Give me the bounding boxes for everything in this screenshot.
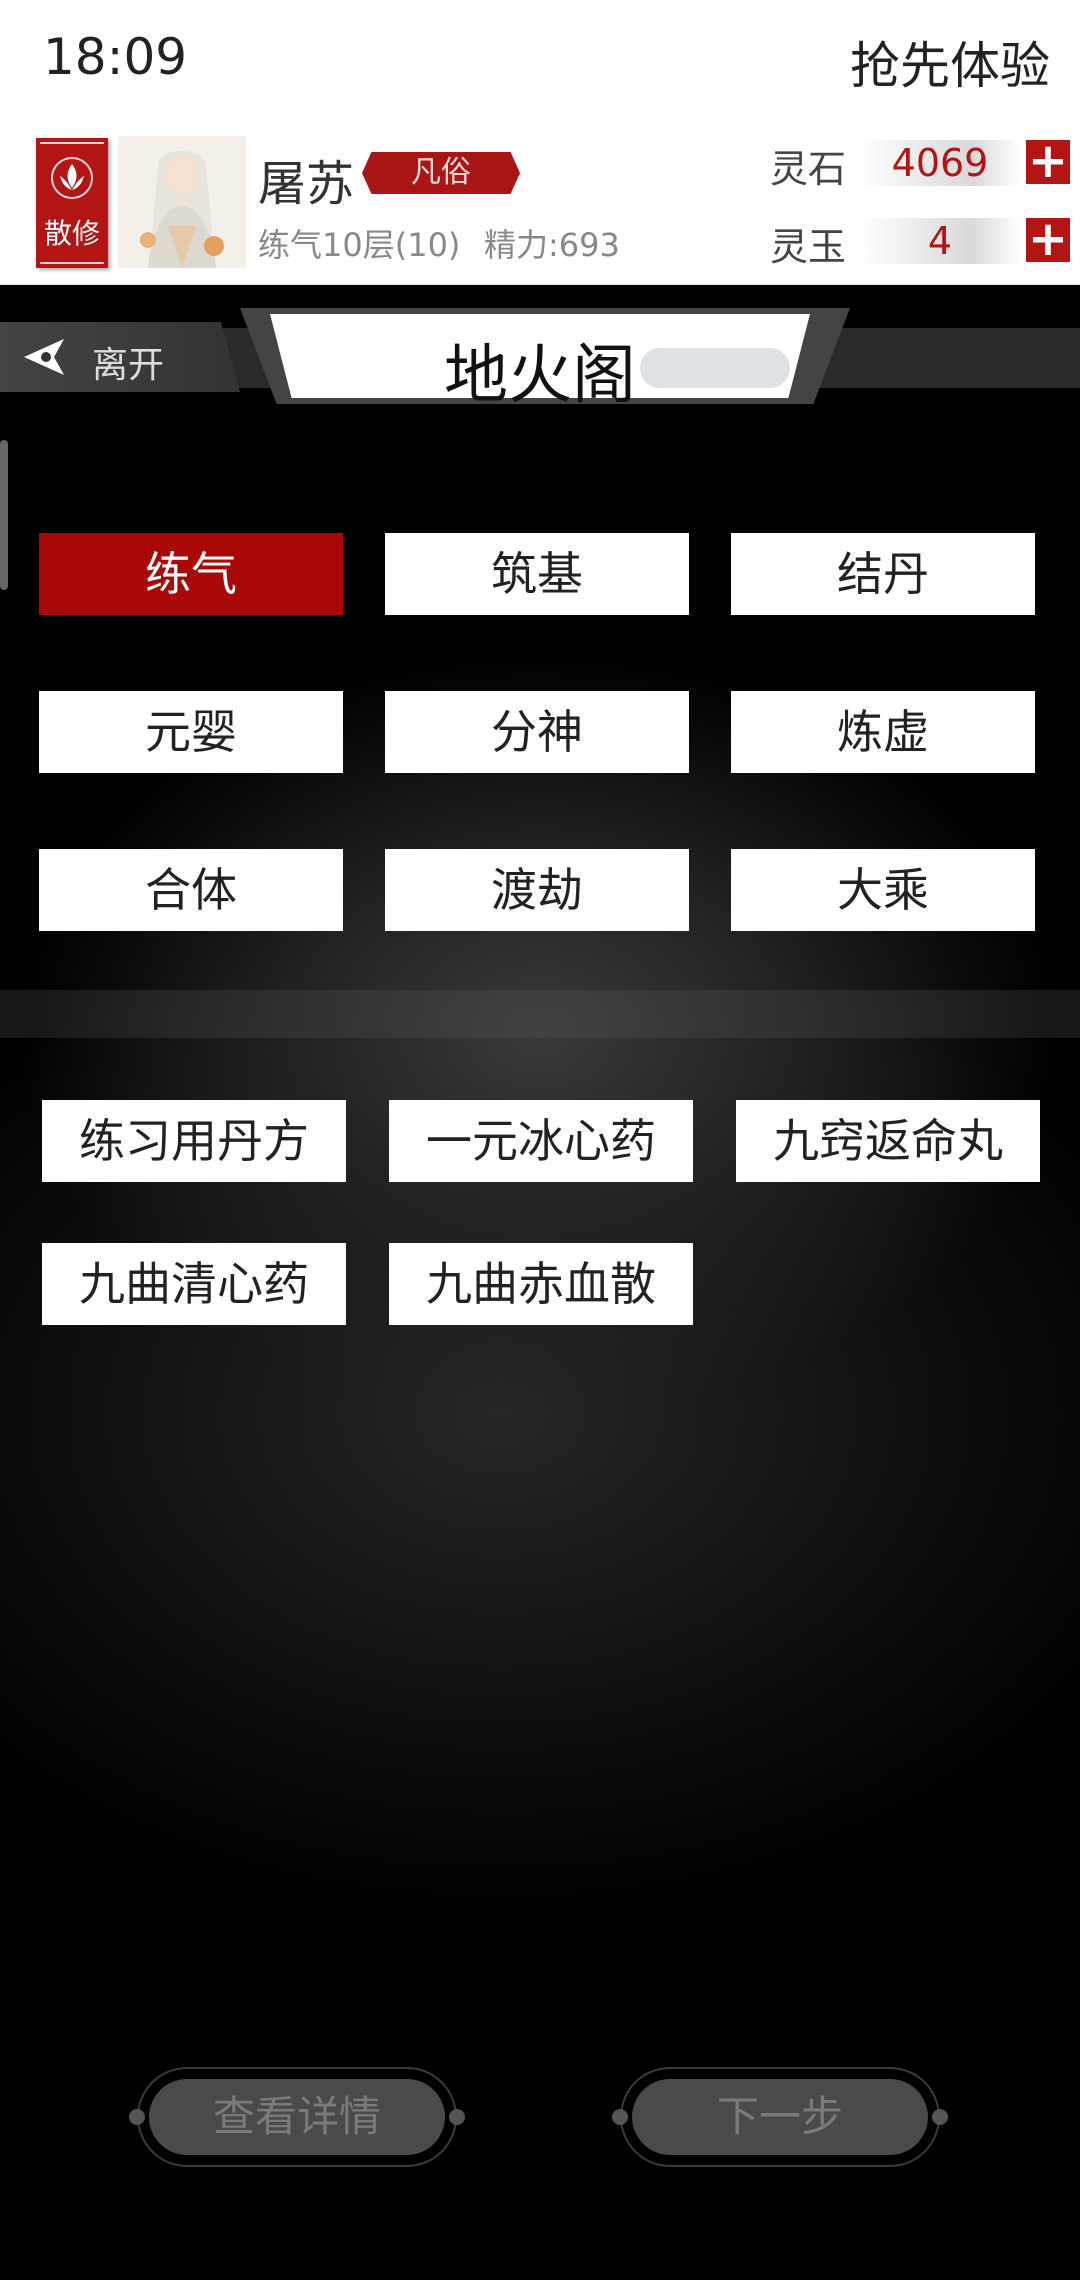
scrollbar[interactable]: [0, 440, 8, 590]
realm-tab-fenshen[interactable]: 分神: [385, 691, 689, 773]
spirit-stone-label: 灵石: [770, 147, 847, 191]
recipe-jiuqu-chixue[interactable]: 九曲赤血散: [389, 1243, 693, 1325]
realm-tab-heti[interactable]: 合体: [39, 849, 343, 931]
plus-icon: +: [1027, 133, 1069, 189]
realm-tab-lianxu[interactable]: 炼虚: [731, 691, 1035, 773]
page-title: 地火阁: [444, 339, 636, 413]
next-step-label: 下一步: [632, 2079, 928, 2155]
profile-header: 散修 屠苏 凡俗 练气10层(10) 精力:693 灵石 4069 + 灵玉 4…: [0, 128, 1080, 285]
cultivation-level: 练气10层(10): [258, 226, 461, 264]
recipe-jiuqiao-fanming[interactable]: 九窍返命丸: [736, 1100, 1040, 1182]
status-time: 18:09: [43, 28, 188, 86]
recipe-practice[interactable]: 练习用丹方: [42, 1100, 346, 1182]
rank-badge: 凡俗: [362, 152, 520, 194]
back-arrow-icon: [24, 339, 64, 375]
realm-tab-dacheng[interactable]: 大乘: [731, 849, 1035, 931]
avatar[interactable]: [118, 136, 246, 268]
spirit-stone-value: 4069: [860, 140, 1020, 186]
energy-value: 精力:693: [484, 226, 620, 264]
recipe-yiyuan-bingxin[interactable]: 一元冰心药: [389, 1100, 693, 1182]
realm-tab-yuanying[interactable]: 元婴: [39, 691, 343, 773]
player-name: 屠苏: [258, 156, 355, 212]
section-divider: [0, 990, 1080, 1038]
lotus-icon: [51, 157, 93, 199]
sect-badge[interactable]: 散修: [36, 138, 108, 268]
leave-button[interactable]: 离开: [0, 322, 240, 392]
view-details-button[interactable]: 查看详情: [129, 2067, 465, 2167]
character-portrait-icon: [118, 136, 246, 268]
sect-label: 散修: [43, 217, 100, 250]
add-spirit-jade-button[interactable]: +: [1026, 215, 1070, 263]
realm-tab-dujie[interactable]: 渡劫: [385, 849, 689, 931]
button-ornament: [449, 2109, 465, 2125]
button-ornament: [129, 2109, 145, 2125]
title-bar: 离开 地火阁: [0, 284, 1080, 414]
view-details-label: 查看详情: [149, 2079, 445, 2155]
spirit-jade-label: 灵玉: [770, 225, 847, 269]
early-access-label: 抢先体验: [850, 37, 1050, 95]
status-bar: 18:09 抢先体验: [0, 0, 1080, 128]
plus-icon: +: [1027, 211, 1069, 267]
leave-label: 离开: [92, 345, 165, 386]
spirit-jade-value: 4: [860, 218, 1020, 264]
recipe-jiuqu-qingxin[interactable]: 九曲清心药: [42, 1243, 346, 1325]
next-step-button[interactable]: 下一步: [612, 2067, 948, 2167]
realm-tab-jiedan[interactable]: 结丹: [731, 533, 1035, 615]
button-ornament: [932, 2109, 948, 2125]
add-spirit-stone-button[interactable]: +: [1026, 137, 1070, 185]
realm-tab-zhuji[interactable]: 筑基: [385, 533, 689, 615]
button-ornament: [612, 2109, 628, 2125]
realm-tab-lianqi[interactable]: 练气: [39, 533, 343, 615]
